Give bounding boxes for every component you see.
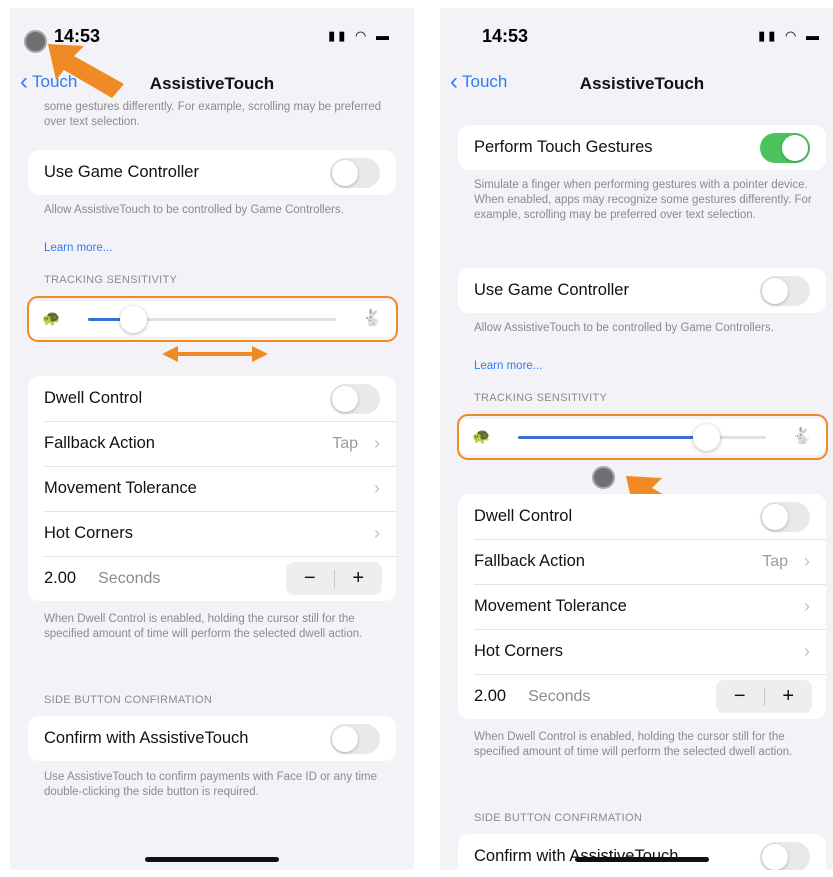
learn-more-link[interactable]: Learn more... [474, 359, 818, 374]
dwell-time-row: 2.00 Seconds − + [458, 674, 826, 719]
fallback-action-value: Tap [762, 552, 788, 570]
chevron-right-icon: › [374, 523, 380, 543]
use-game-controller-toggle[interactable] [760, 276, 810, 306]
wifi-icon: ◠ [355, 28, 370, 43]
right-screenshot: 14:53 ▮▮ ◠ ▬ ‹ Touch AssistiveTouch Perf… [440, 8, 833, 870]
movement-tolerance-label: Movement Tolerance [474, 597, 627, 615]
dwell-control-toggle[interactable] [330, 384, 380, 414]
battery-icon: ▬ [806, 28, 822, 43]
wifi-icon: ◠ [785, 28, 800, 43]
game-controller-note: Allow AssistiveTouch to be controlled by… [474, 322, 774, 334]
game-controller-card: Use Game Controller [458, 268, 826, 313]
perform-touch-gestures-row: Perform Touch Gestures [458, 125, 826, 170]
perform-touch-gestures-toggle[interactable] [760, 133, 810, 163]
game-controller-note-text: Allow AssistiveTouch to be controlled by… [44, 204, 344, 216]
chevron-right-icon: › [374, 478, 380, 498]
hot-corners-label: Hot Corners [474, 642, 563, 660]
hot-corners-row[interactable]: Hot Corners › [458, 629, 826, 674]
chevron-right-icon: › [374, 433, 380, 453]
signal-icon: ▮▮ [758, 28, 779, 43]
tracking-sensitivity-header: TRACKING SENSITIVITY [44, 274, 178, 286]
dwell-time-stepper: − + [286, 562, 382, 595]
confirm-note: Use AssistiveTouch to confirm payments w… [44, 771, 377, 798]
battery-icon: ▬ [376, 28, 392, 43]
chevron-right-icon: › [804, 596, 810, 616]
movement-tolerance-label: Movement Tolerance [44, 479, 197, 497]
confirm-assistivetouch-toggle[interactable] [330, 724, 380, 754]
dwell-control-row: Dwell Control [458, 494, 826, 539]
increment-button[interactable]: + [335, 567, 383, 590]
perform-gestures-note-fragment: some gestures differently. For example, … [44, 101, 382, 128]
decrement-button[interactable]: − [716, 685, 764, 708]
chevron-right-icon: › [804, 641, 810, 661]
game-controller-card: Use Game Controller [28, 150, 396, 195]
confirm-card: Confirm with AssistiveTouch [458, 834, 826, 870]
use-game-controller-toggle[interactable] [330, 158, 380, 188]
game-controller-note: Allow AssistiveTouch to be controlled by… [44, 203, 388, 218]
dwell-note: When Dwell Control is enabled, holding t… [44, 613, 363, 640]
confirm-assistivetouch-row: Confirm with AssistiveTouch [458, 834, 826, 870]
confirm-card: Confirm with AssistiveTouch [28, 716, 396, 761]
dwell-note: When Dwell Control is enabled, holding t… [474, 731, 793, 758]
dwell-control-toggle[interactable] [760, 502, 810, 532]
status-icons: ▮▮ ◠ ▬ [758, 28, 822, 44]
dwell-card: Dwell Control Fallback Action Tap › Move… [458, 494, 826, 719]
signal-icon: ▮▮ [328, 28, 349, 43]
dwell-time-value: 2.00 [474, 687, 507, 705]
status-bar: 14:53 ▮▮ ◠ ▬ [440, 8, 833, 66]
chevron-right-icon: › [804, 551, 810, 571]
status-icons: ▮▮ ◠ ▬ [328, 28, 392, 44]
fallback-action-value: Tap [332, 434, 358, 452]
page-title: AssistiveTouch [579, 74, 705, 93]
use-game-controller-row: Use Game Controller [458, 268, 826, 313]
tracking-sensitivity-header: TRACKING SENSITIVITY [474, 392, 608, 404]
learn-more-link[interactable]: Learn more... [44, 241, 388, 256]
movement-tolerance-row[interactable]: Movement Tolerance › [28, 466, 396, 511]
double-arrow-icon [162, 346, 268, 362]
hot-corners-label: Hot Corners [44, 524, 133, 542]
dwell-time-unit: Seconds [98, 569, 161, 587]
decrement-button[interactable]: − [286, 567, 334, 590]
dwell-time-stepper: − + [716, 680, 812, 713]
confirm-assistivetouch-row: Confirm with AssistiveTouch [28, 716, 396, 761]
movement-tolerance-row[interactable]: Movement Tolerance › [458, 584, 826, 629]
side-button-header: SIDE BUTTON CONFIRMATION [44, 694, 213, 706]
dwell-time-unit: Seconds [528, 687, 591, 705]
dwell-control-row: Dwell Control [28, 376, 396, 421]
home-indicator [145, 857, 279, 862]
nav-bar: ‹ Touch AssistiveTouch [440, 66, 833, 106]
orange-arrow-icon [48, 44, 124, 98]
dwell-card: Dwell Control Fallback Action Tap › Move… [28, 376, 396, 601]
status-time: 14:53 [482, 26, 529, 46]
home-indicator [575, 857, 709, 862]
dwell-time-row: 2.00 Seconds − + [28, 556, 396, 601]
slider-highlight-box [27, 296, 398, 342]
increment-button[interactable]: + [765, 685, 813, 708]
left-screenshot: 14:53 ▮▮ ◠ ▬ ‹ Touch AssistiveTouch some… [10, 8, 414, 870]
confirm-assistivetouch-toggle[interactable] [760, 842, 810, 870]
hot-corners-row[interactable]: Hot Corners › [28, 511, 396, 556]
dwell-time-value: 2.00 [44, 569, 77, 587]
use-game-controller-row: Use Game Controller [28, 150, 396, 195]
fallback-action-row[interactable]: Fallback Action Tap › [28, 421, 396, 466]
perform-gestures-note: Simulate a finger when performing gestur… [474, 179, 812, 221]
perform-gestures-card: Perform Touch Gestures [458, 125, 826, 170]
pointer-cursor-icon [592, 466, 615, 489]
slider-highlight-box [457, 414, 828, 460]
fallback-action-row[interactable]: Fallback Action Tap › [458, 539, 826, 584]
side-button-header: SIDE BUTTON CONFIRMATION [474, 812, 643, 824]
